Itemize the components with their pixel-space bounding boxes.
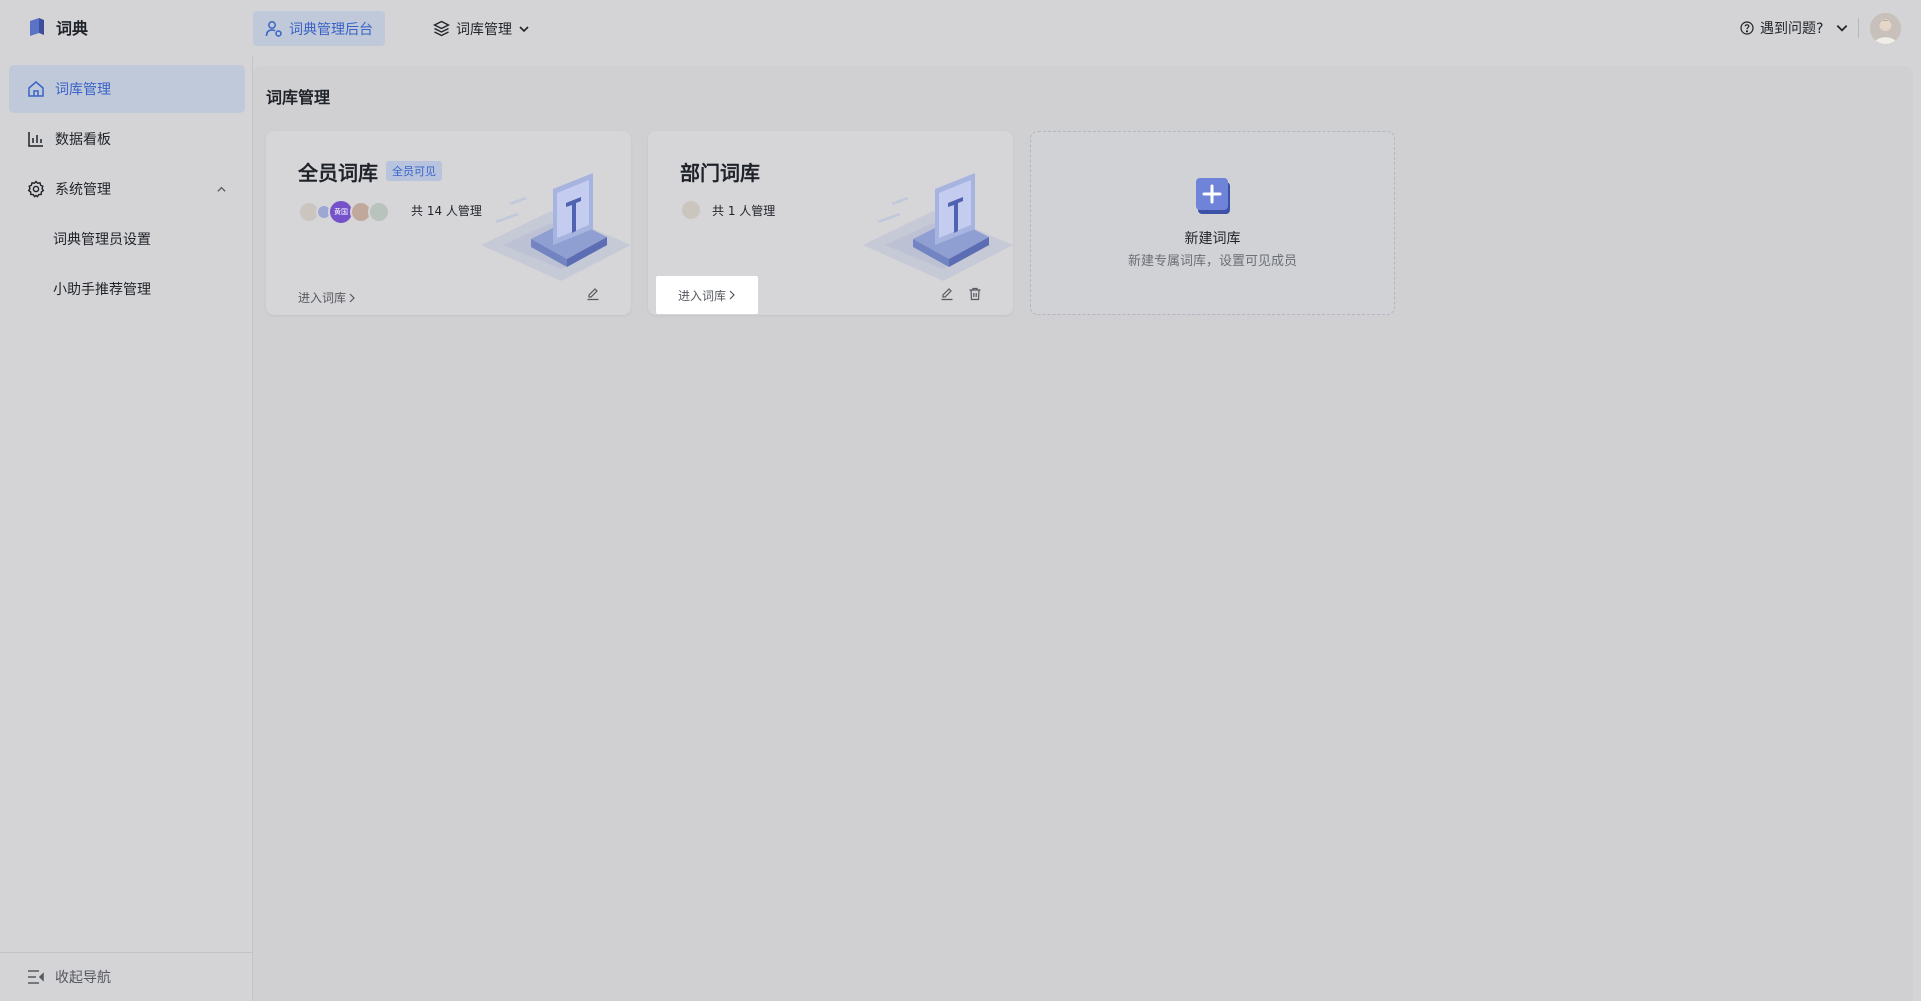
add-library-icon bbox=[1196, 178, 1230, 214]
enter-library-label: 进入词库 bbox=[298, 291, 347, 305]
help-dropdown[interactable]: 遇到问题? bbox=[1740, 16, 1849, 40]
library-card-all-staff[interactable]: 全员词库 全员可见 黄国 共 14 人管理 进入词库 bbox=[266, 131, 631, 315]
sidebar-subitem-assistant-recommendation[interactable]: 小助手推荐管理 bbox=[53, 269, 151, 309]
manager-avatars[interactable] bbox=[680, 199, 702, 221]
sidebar-item-label: 系统管理 bbox=[55, 182, 111, 198]
manager-count: 共 14 人管理 bbox=[411, 204, 482, 218]
brand-name: 词典 bbox=[56, 19, 89, 38]
visibility-badge: 全员可见 bbox=[386, 161, 442, 181]
card-title: 部门词库 bbox=[680, 161, 760, 185]
tab-dictionary-admin[interactable]: 词典管理后台 bbox=[253, 11, 385, 46]
main-content: 词库管理 全员词库 全员可见 黄国 共 14 人管理 进入词库 部门词库 共 1… bbox=[253, 66, 1913, 1001]
chevron-up-icon[interactable] bbox=[216, 184, 227, 195]
sidebar-item-data-dashboard[interactable]: 数据看板 bbox=[9, 115, 245, 163]
manager-avatars[interactable]: 黄国 bbox=[298, 199, 390, 225]
library-menu-label: 词库管理 bbox=[456, 21, 512, 38]
chevron-right-icon bbox=[729, 290, 735, 300]
edit-icon[interactable] bbox=[940, 287, 954, 301]
sidebar-item-library-management[interactable]: 词库管理 bbox=[9, 65, 245, 113]
avatar bbox=[680, 199, 702, 221]
help-label: 遇到问题? bbox=[1760, 21, 1824, 37]
chevron-down-icon bbox=[1837, 25, 1848, 32]
user-settings-icon bbox=[265, 20, 282, 37]
sidebar-item-label: 词库管理 bbox=[55, 82, 111, 98]
new-library-card[interactable]: 新建词库 新建专属词库，设置可见成员 bbox=[1030, 131, 1395, 315]
collapse-menu-icon bbox=[28, 970, 44, 984]
library-card-department[interactable]: 部门词库 共 1 人管理 进入词库 bbox=[648, 131, 1013, 315]
manager-count: 共 1 人管理 bbox=[712, 204, 776, 218]
layers-icon bbox=[433, 20, 450, 37]
gear-icon bbox=[27, 180, 45, 198]
edit-icon[interactable] bbox=[586, 287, 600, 301]
sidebar-subitem-dictionary-admin-settings[interactable]: 词典管理员设置 bbox=[53, 219, 151, 259]
question-circle-icon bbox=[1740, 21, 1754, 35]
sidebar-item-system-management[interactable]: 系统管理 bbox=[9, 165, 245, 213]
user-avatar[interactable] bbox=[1870, 13, 1901, 44]
sidebar: 词库管理 数据看板 系统管理 词典管理员设置 小助手推荐管理 收起导航 bbox=[0, 56, 253, 1001]
library-menu-dropdown[interactable]: 词库管理 bbox=[433, 11, 530, 46]
card-title: 全员词库 bbox=[298, 161, 378, 185]
enter-library-label: 进入词库 bbox=[677, 288, 726, 303]
book-logo-icon bbox=[30, 18, 44, 36]
delete-icon[interactable] bbox=[968, 287, 982, 301]
chevron-right-icon bbox=[349, 293, 355, 302]
top-bar: 词典 词典管理后台 词库管理 遇到问题? bbox=[0, 0, 1921, 56]
library-illustration bbox=[863, 173, 1013, 281]
brand[interactable]: 词典 bbox=[27, 15, 88, 39]
chevron-down-icon bbox=[519, 25, 529, 32]
enter-library-link[interactable]: 进入词库 bbox=[656, 276, 758, 314]
enter-library-link[interactable]: 进入词库 bbox=[298, 289, 356, 306]
collapse-navigation-label: 收起导航 bbox=[55, 970, 111, 986]
new-library-subtitle: 新建专属词库，设置可见成员 bbox=[1127, 254, 1297, 269]
avatar bbox=[368, 201, 390, 223]
collapse-navigation-button[interactable]: 收起导航 bbox=[0, 952, 253, 1001]
new-library-title: 新建词库 bbox=[1184, 231, 1241, 247]
page-title: 词库管理 bbox=[266, 88, 331, 107]
bar-chart-icon bbox=[28, 132, 43, 147]
avatar-initials: 黄国 bbox=[334, 208, 348, 216]
tab-dictionary-admin-label: 词典管理后台 bbox=[289, 21, 373, 38]
home-icon bbox=[28, 81, 44, 97]
header-divider bbox=[1858, 18, 1859, 38]
library-illustration bbox=[481, 173, 631, 281]
sidebar-item-label: 数据看板 bbox=[55, 132, 111, 148]
